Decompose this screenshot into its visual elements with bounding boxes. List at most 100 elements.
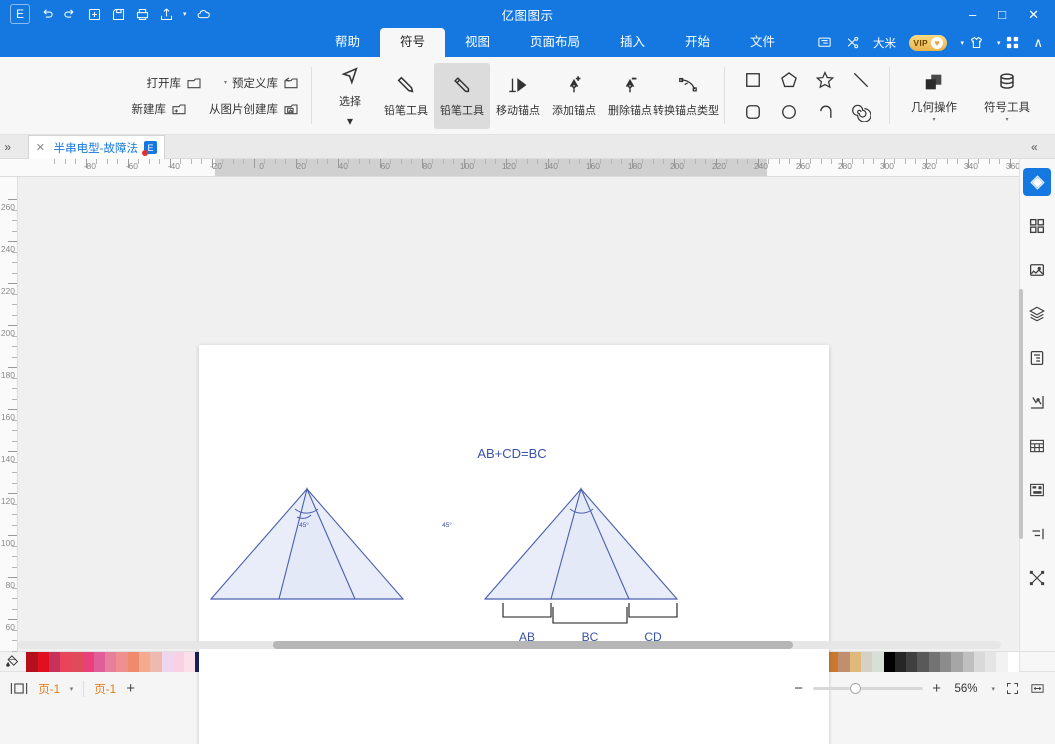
- color-swatch[interactable]: [105, 652, 117, 672]
- vertical-ruler[interactable]: 260 240 220 200 180 160 140 120 100 80 60: [0, 177, 18, 652]
- expand-left-icon[interactable]: «: [1031, 140, 1055, 154]
- theme-shirt-icon[interactable]: [969, 35, 984, 50]
- color-swatch[interactable]: [849, 652, 862, 672]
- geometry-ops-button[interactable]: 几何操作 ▾: [900, 63, 968, 129]
- sidebar-item-symbols[interactable]: [1024, 212, 1052, 240]
- account-avatar[interactable]: E: [10, 4, 30, 24]
- color-swatch[interactable]: [872, 652, 884, 672]
- symbol-tool-button[interactable]: 符号工具 ▾: [973, 63, 1041, 129]
- color-swatch[interactable]: [71, 652, 83, 672]
- chevron-down-icon[interactable]: ▾: [933, 117, 936, 123]
- apps-grid-icon[interactable]: [1005, 35, 1020, 50]
- color-swatch[interactable]: [996, 652, 1008, 672]
- theme-chevron-icon[interactable]: ▾: [960, 39, 964, 47]
- new-document-icon[interactable]: [87, 7, 102, 22]
- color-swatch[interactable]: [60, 652, 72, 672]
- sidebar-item-images[interactable]: [1024, 256, 1052, 284]
- color-swatch[interactable]: [1007, 652, 1019, 672]
- new-library-button[interactable]: 新建库: [128, 99, 192, 119]
- close-icon[interactable]: ✕: [36, 141, 45, 154]
- delete-anchor-button[interactable]: 删除锚点: [602, 63, 658, 129]
- move-anchor-button[interactable]: 移动锚点: [490, 63, 546, 129]
- diagram-canvas[interactable]: AB+CD=BC CD BC AB 45° 45°: [199, 345, 829, 744]
- sidebar-item-chart[interactable]: [1024, 388, 1052, 416]
- color-swatch[interactable]: [48, 652, 61, 672]
- comment-icon[interactable]: [817, 35, 832, 50]
- tab-file[interactable]: 文件: [730, 28, 795, 57]
- horizontal-ruler[interactable]: 360 340 320 300 280 260 240 220 200 180 160 140 120 1…: [0, 159, 1019, 177]
- sidebar-item-widgets[interactable]: [1024, 476, 1052, 504]
- tab-page-layout[interactable]: 页面布局: [510, 28, 600, 57]
- share-icon[interactable]: [159, 7, 174, 22]
- tab-help[interactable]: 帮助: [315, 28, 380, 57]
- color-swatch[interactable]: [116, 652, 128, 672]
- page-tab-label[interactable]: 页-1: [94, 681, 116, 697]
- collapse-ribbon-icon[interactable]: ∧: [1033, 35, 1043, 51]
- color-swatch[interactable]: [985, 652, 997, 672]
- chevron-down-icon[interactable]: ▾: [347, 114, 353, 128]
- convert-anchor-type-button[interactable]: 转换锚点类型: [653, 63, 719, 129]
- tab-symbol[interactable]: 符号: [379, 28, 445, 57]
- color-swatch[interactable]: [973, 652, 986, 672]
- color-swatch[interactable]: [82, 652, 94, 672]
- collapse-right-icon[interactable]: »: [4, 140, 11, 154]
- fill-bucket-icon[interactable]: [0, 652, 26, 671]
- page-view-icon[interactable]: [10, 681, 28, 696]
- rounded-rect-shape[interactable]: [737, 98, 769, 126]
- horizontal-scrollbar[interactable]: [18, 641, 1001, 649]
- pentagon-shape[interactable]: [773, 66, 805, 94]
- zoom-slider[interactable]: [812, 683, 923, 694]
- zoom-slider-knob[interactable]: [849, 683, 861, 694]
- chevron-down-icon[interactable]: ▾: [1006, 117, 1009, 123]
- sidebar-scrollbar[interactable]: [1019, 289, 1023, 539]
- color-swatch[interactable]: [150, 652, 162, 672]
- color-swatch[interactable]: [838, 652, 850, 672]
- color-swatch[interactable]: [951, 652, 963, 672]
- color-swatch[interactable]: [917, 652, 929, 672]
- color-swatch[interactable]: [172, 652, 185, 672]
- color-swatch[interactable]: [928, 652, 941, 672]
- color-swatch[interactable]: [93, 652, 106, 672]
- document-tab[interactable]: E 半串电型-故障法 ✕: [28, 135, 165, 159]
- sidebar-item-table[interactable]: [1024, 432, 1052, 460]
- zoom-out-button[interactable]: −: [794, 680, 803, 697]
- color-swatch[interactable]: [26, 652, 38, 672]
- fullscreen-icon[interactable]: [1005, 681, 1020, 696]
- cloud-sync-icon[interactable]: [196, 7, 211, 22]
- cut-scissors-icon[interactable]: [845, 35, 860, 50]
- predefined-library-button[interactable]: 预定义库 ▾: [220, 73, 303, 93]
- pencil-button[interactable]: 铅笔工具: [378, 63, 434, 129]
- zoom-in-button[interactable]: +: [933, 680, 942, 697]
- line-shape[interactable]: [845, 66, 877, 94]
- apps-chevron-icon[interactable]: ▾: [997, 39, 1001, 47]
- color-swatch[interactable]: [127, 652, 140, 672]
- circle-shape[interactable]: [773, 98, 805, 126]
- sidebar-item-outline[interactable]: [1024, 520, 1052, 548]
- color-swatch[interactable]: [962, 652, 974, 672]
- redo-icon[interactable]: [39, 7, 54, 22]
- page-menu-icon[interactable]: ▾: [70, 685, 74, 693]
- chevron-down-icon[interactable]: ▾: [183, 10, 187, 18]
- spiral-shape[interactable]: [845, 98, 877, 126]
- vip-badge[interactable]: ♥ VIP: [908, 34, 948, 51]
- undo-icon[interactable]: [63, 7, 78, 22]
- color-swatch[interactable]: [906, 652, 918, 672]
- sidebar-item-connect[interactable]: [1024, 564, 1052, 592]
- color-swatch[interactable]: [883, 652, 895, 672]
- tab-start[interactable]: 开始: [665, 28, 730, 57]
- color-swatch[interactable]: [861, 652, 873, 672]
- zoom-dropdown-icon[interactable]: ▾: [991, 685, 995, 693]
- fit-page-icon[interactable]: [1030, 681, 1045, 696]
- add-anchor-button[interactable]: 添加锚点: [546, 63, 602, 129]
- canvas-area[interactable]: 360 340 320 300 280 260 240 220 200 180 160 140 120 1…: [0, 159, 1019, 744]
- triangle-group-right[interactable]: [209, 487, 405, 600]
- color-swatch[interactable]: [37, 652, 49, 672]
- sidebar-item-fill[interactable]: [1023, 168, 1052, 196]
- chevron-down-icon[interactable]: ▾: [224, 79, 227, 86]
- active-page-label[interactable]: 页-1: [38, 681, 60, 697]
- star-shape[interactable]: [809, 66, 841, 94]
- document-page[interactable]: AB+CD=BC CD BC AB 45° 45°: [199, 345, 829, 744]
- arc-shape[interactable]: [809, 98, 841, 126]
- tab-view[interactable]: 视图: [445, 28, 510, 57]
- save-icon[interactable]: [111, 7, 126, 22]
